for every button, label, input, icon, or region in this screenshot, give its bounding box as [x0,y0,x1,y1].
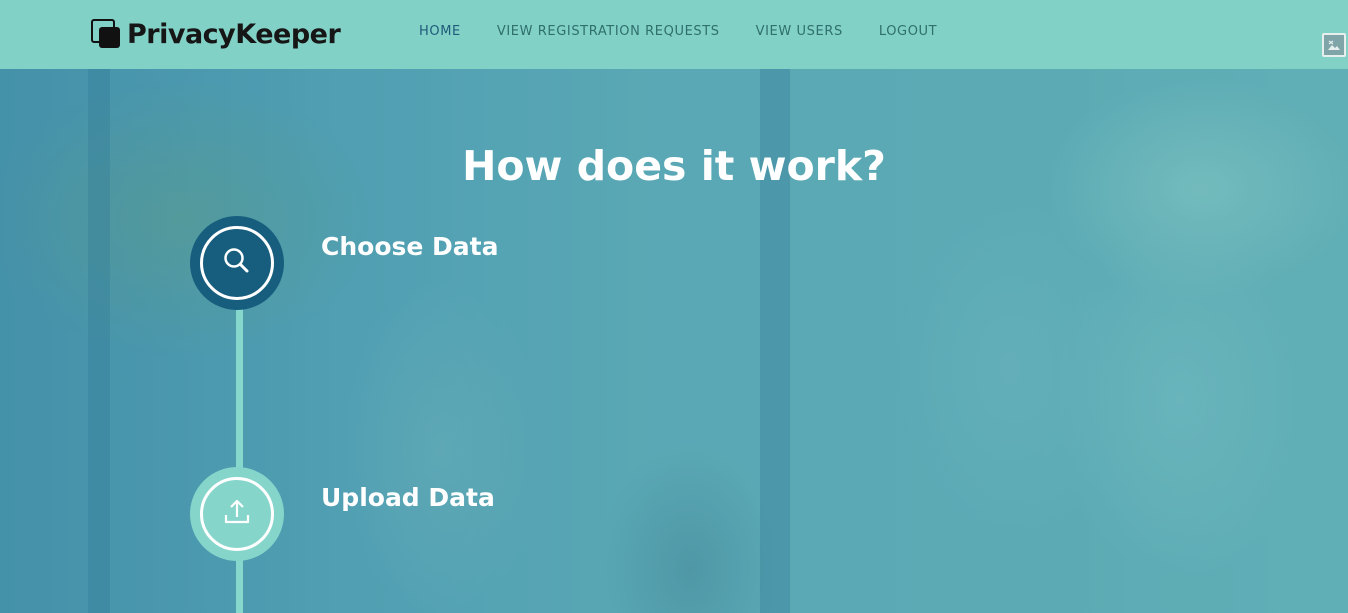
nav-view-users[interactable]: VIEW USERS [756,24,843,39]
step-upload-data-label: Upload Data [321,483,495,512]
main-nav: HOME VIEW REGISTRATION REQUESTS VIEW USE… [419,24,973,39]
brand-logo-link[interactable]: PrivacyKeeper [91,17,341,51]
brand-name: PrivacyKeeper [127,18,341,50]
search-icon [222,246,252,280]
navbar: PrivacyKeeper HOME VIEW REGISTRATION REQ… [0,0,1348,69]
step-choose-data-circle [190,216,284,310]
upload-icon [222,497,252,531]
broken-image-icon [1322,33,1346,57]
nav-home[interactable]: HOME [419,24,461,39]
step-upload-data-circle [190,467,284,561]
nav-logout[interactable]: LOGOUT [879,24,937,39]
section-title: How does it work? [462,142,886,190]
page: PrivacyKeeper HOME VIEW REGISTRATION REQ… [0,0,1348,613]
step-choose-data-label: Choose Data [321,232,499,261]
timeline-line [236,300,243,613]
nav-view-registration-requests[interactable]: VIEW REGISTRATION REQUESTS [497,24,720,39]
logo-icon [91,19,121,49]
